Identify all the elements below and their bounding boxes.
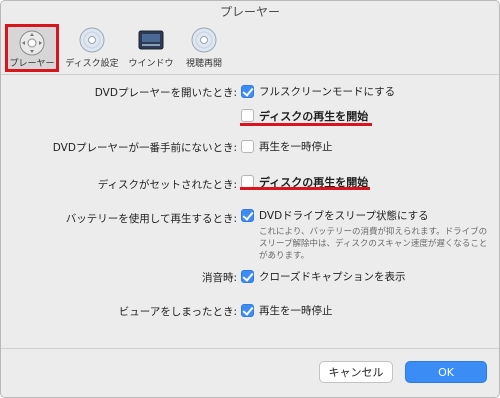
remote-control-icon <box>19 30 45 56</box>
drive-sleep-label: DVDドライブをスリープ状態にする <box>259 210 429 222</box>
label-viewer-hidden: ビューアをしまったとき: <box>118 306 237 318</box>
tab-disc-settings[interactable]: ディスク設定 <box>63 24 121 72</box>
tab-player[interactable]: プレーヤー <box>5 24 59 72</box>
label-on-open: DVDプレーヤーを開いたとき: <box>94 87 237 99</box>
tab-resume[interactable]: 視聴再開 <box>181 24 227 72</box>
label-on-mute: 消音時: <box>201 272 237 284</box>
start-playback-on-open-label: ディスクの再生を開始 <box>259 110 369 123</box>
highlight-underline <box>240 187 370 190</box>
battery-note: これにより、バッテリーの消費が抑えられます。ドライブのスリープ解除中は、ディスク… <box>259 227 488 261</box>
pause-viewer-hidden-label: 再生を一時停止 <box>259 305 333 317</box>
drive-sleep-checkbox[interactable] <box>241 209 254 222</box>
highlight-underline <box>240 123 372 126</box>
window-title: プレーヤー <box>219 5 280 19</box>
pause-not-frontmost-label: 再生を一時停止 <box>259 141 333 153</box>
label-disc-inserted: ディスクがセットされたとき: <box>97 179 237 191</box>
closed-captions-label: クローズドキャプションを表示 <box>259 271 406 283</box>
preferences-window: プレーヤー プレーヤー ディスク設定 ウインドウ 視聴再開 DVDプレーヤーを開… <box>0 0 500 398</box>
ok-button[interactable]: OK <box>405 361 487 383</box>
start-playback-on-open-checkbox[interactable] <box>241 109 254 122</box>
fullscreen-checkbox-label: フルスクリーンモードにする <box>259 86 396 98</box>
tab-window-label: ウインドウ <box>128 59 174 69</box>
tab-disc-settings-label: ディスク設定 <box>65 59 119 69</box>
window-icon <box>138 30 164 50</box>
tab-window[interactable]: ウインドウ <box>123 24 179 72</box>
tab-resume-label: 視聴再開 <box>185 59 222 69</box>
label-not-frontmost: DVDプレーヤーが一番手前にないとき: <box>52 142 237 154</box>
disc-resume-icon <box>191 27 217 53</box>
fullscreen-checkbox[interactable] <box>241 85 254 98</box>
disc-icon <box>79 27 105 53</box>
pause-not-frontmost-checkbox[interactable] <box>241 140 254 153</box>
pause-viewer-hidden-checkbox[interactable] <box>241 304 254 317</box>
cancel-button[interactable]: キャンセル <box>319 361 393 383</box>
closed-captions-checkbox[interactable] <box>241 270 254 283</box>
tab-player-label: プレーヤー <box>9 59 55 69</box>
toolbar: プレーヤー ディスク設定 ウインドウ 視聴再開 <box>1 23 499 75</box>
label-on-battery: バッテリーを使用して再生するとき: <box>65 213 237 225</box>
